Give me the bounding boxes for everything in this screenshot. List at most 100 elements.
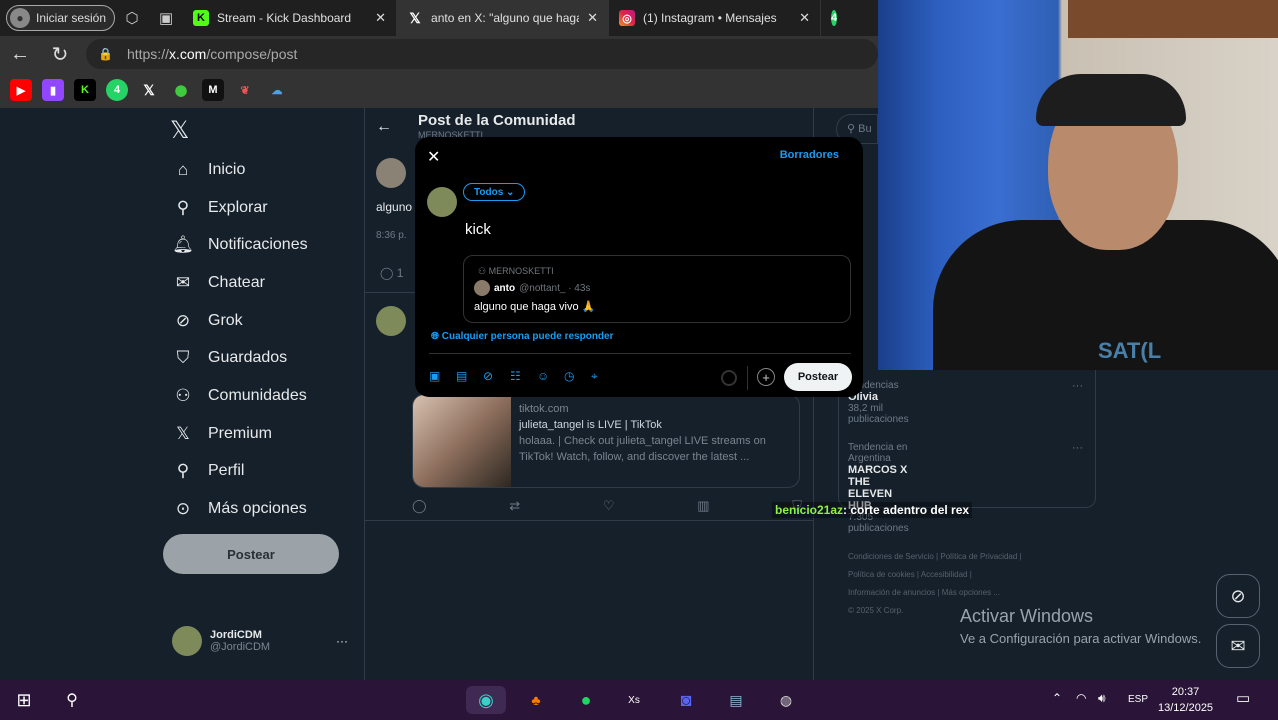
nav-label: Notificaciones — [208, 236, 308, 253]
mangadex-icon[interactable]: M — [202, 79, 224, 101]
fl-studio-icon[interactable]: ♣ — [522, 686, 550, 714]
footer-link[interactable]: Política de Privacidad — [940, 552, 1017, 561]
reply-icon[interactable]: ◯ — [412, 498, 427, 514]
nav-item-bookmarks[interactable]: ⛉ Guardados — [172, 343, 288, 373]
tab-kick[interactable]: K Stream - Kick Dashboard ✕ — [183, 0, 398, 36]
nav-item-premium[interactable]: 𝕏 Premium — [172, 419, 272, 449]
schedule-icon[interactable]: ◷ — [564, 369, 591, 384]
media-icon[interactable]: ▣ — [429, 369, 456, 384]
post-button[interactable]: Postear — [163, 534, 339, 574]
tray-chevron-up-icon[interactable]: ⌃ — [1052, 691, 1062, 705]
nav-item-more[interactable]: ⊙ Más opciones — [172, 494, 307, 524]
close-tab-icon[interactable]: ✕ — [375, 10, 386, 26]
more-dots-icon[interactable]: ··· — [336, 634, 348, 648]
xbox-icon[interactable]: ⬤ — [170, 79, 192, 101]
obs-icon[interactable]: ◍ — [772, 686, 800, 714]
nav-item-profile[interactable]: ⚲ Perfil — [172, 456, 245, 486]
back-icon[interactable]: ← — [0, 43, 40, 66]
close-tab-icon[interactable]: ✕ — [587, 10, 598, 26]
footer-link[interactable]: Información de anuncios — [848, 588, 935, 597]
nav-item-communities[interactable]: ⚇ Comunidades — [172, 381, 306, 411]
volume-icon[interactable]: 🔊︎ — [1098, 691, 1106, 706]
spotify-icon[interactable]: ● — [572, 686, 600, 714]
link-description: holaaa. | Check out julieta_tangel LIVE … — [519, 435, 766, 463]
tab-instagram[interactable]: ◎ (1) Instagram • Mensajes ✕ — [609, 0, 822, 36]
location-icon[interactable]: ⌖ — [591, 369, 618, 384]
wifi-icon[interactable]: ◠ — [1076, 691, 1086, 705]
tab-whatsapp[interactable]: 4 — [821, 0, 851, 36]
twitch-icon[interactable]: ▮ — [42, 79, 64, 101]
gif-icon[interactable]: ▤ — [456, 369, 483, 384]
reload-icon[interactable]: ↻ — [40, 42, 80, 67]
close-icon[interactable]: ✕ — [427, 147, 440, 167]
footer-link[interactable]: Condiciones de Servicio — [848, 552, 934, 561]
divider — [364, 108, 365, 680]
submit-post-button[interactable]: Postear — [784, 363, 852, 391]
nav-item-grok[interactable]: ⊘ Grok — [172, 306, 243, 336]
account-switcher[interactable]: JordiCDM @JordiCDM — [172, 626, 270, 656]
sauce-icon[interactable]: ❦ — [234, 79, 256, 101]
reply-count-value: 1 — [396, 266, 404, 280]
tab-x-post[interactable]: 𝕏 anto en X: "alguno que haga ✕ — [397, 0, 610, 36]
like-icon[interactable]: ♡ — [603, 498, 615, 514]
link-card[interactable]: tiktok.com julieta_tangel is LIVE | TikT… — [412, 394, 800, 488]
footer-link[interactable]: Accesibilidad — [921, 570, 968, 579]
footer-link[interactable]: Política de cookies — [848, 570, 915, 579]
back-arrow-icon[interactable]: ← — [376, 118, 392, 136]
repost-icon[interactable]: ⇄ — [509, 498, 520, 514]
profile-name: JordiCDM — [210, 629, 262, 641]
signin-button[interactable]: ● Iniciar sesión — [6, 5, 116, 31]
post-time: 8:36 p. — [376, 230, 407, 241]
whatsapp-icon[interactable]: 4 — [106, 79, 128, 101]
reply-settings[interactable]: 🌐︎ Cualquier persona puede responder — [431, 331, 614, 342]
add-post-icon[interactable]: + — [757, 368, 775, 386]
tab-title: (1) Instagram • Mensajes — [643, 11, 777, 25]
url-input[interactable]: 🔒 https://x.com/compose/post — [86, 39, 878, 69]
clock[interactable]: 20:37 13/12/2025 — [1158, 684, 1213, 716]
youtube-icon[interactable]: ▶ — [10, 79, 32, 101]
views-icon[interactable]: ▥ — [697, 498, 709, 514]
nav-label: Más opciones — [208, 500, 307, 517]
poll-icon[interactable]: ☷ — [510, 369, 537, 384]
workspaces-icon[interactable]: ⬡ — [115, 0, 149, 36]
emoji-icon[interactable]: ☺ — [537, 369, 564, 384]
notifications-icon[interactable]: ▭ — [1236, 689, 1250, 707]
trend-more-icon[interactable]: ··· — [1072, 380, 1083, 392]
compose-dialog: ✕ Borradores Todos ⌄ kick ⚇ MERNOSKETTI … — [415, 137, 863, 397]
search-icon: ⚲ — [176, 198, 190, 217]
audience-selector[interactable]: Todos ⌄ — [463, 183, 526, 201]
more-icon: ⊙ — [175, 499, 191, 518]
x-logo-icon[interactable]: 𝕏 — [170, 116, 189, 145]
windows-start-icon[interactable]: ⊞ — [10, 686, 38, 714]
nav-item-explore[interactable]: ⚲ Explorar — [172, 193, 268, 223]
cam-person-cap — [1036, 74, 1186, 126]
notepad-icon[interactable]: ▤ — [722, 686, 750, 714]
quote-handle: @nottant_ — [519, 282, 566, 294]
edge-icon[interactable]: ◉ — [466, 686, 506, 714]
close-tab-icon[interactable]: ✕ — [799, 10, 810, 26]
search-icon[interactable]: ⚲ — [58, 686, 86, 714]
quoted-post[interactable]: ⚇ MERNOSKETTI anto @nottant_ · 43s algun… — [463, 255, 851, 323]
trend-item[interactable]: Tendencia en Argentina MARCOS X THE ELEV… — [848, 442, 909, 534]
compose-toolbar: ▣ ▤ ⊘ ☷ ☺ ◷ ⌖ — [429, 369, 618, 384]
xsplit-icon[interactable]: Xs — [620, 686, 648, 714]
grok-fab-icon[interactable]: ⊘ — [1216, 574, 1260, 618]
messages-fab-icon[interactable]: ✉ — [1216, 624, 1260, 668]
cloud-icon[interactable]: ☁ — [266, 79, 288, 101]
footer-link[interactable]: Más opciones ... — [942, 588, 1000, 597]
windows-taskbar: ⊞ ⚲ ◉ ♣ ● Xs ◙ ▤ ◍ ⌃ ◠ 🔊︎ ESP 20:37 13/1… — [0, 680, 1278, 720]
x-icon[interactable]: 𝕏 — [138, 79, 160, 101]
reply-count[interactable]: ◯ 1 — [380, 266, 403, 280]
compose-textarea[interactable]: kick — [465, 221, 491, 238]
kick-icon[interactable]: K — [74, 79, 96, 101]
tab-actions-icon[interactable]: ▣ — [149, 0, 183, 36]
nav-item-notifications[interactable]: 🔔︎ Notificaciones — [172, 230, 308, 260]
discord-icon[interactable]: ◙ — [672, 686, 700, 714]
language-indicator[interactable]: ESP — [1128, 694, 1148, 705]
grok-icon[interactable]: ⊘ — [483, 369, 510, 384]
drafts-button[interactable]: Borradores — [780, 149, 839, 161]
community-name: MERNOSKETTI — [488, 266, 554, 276]
nav-item-home[interactable]: ⌂ Inicio — [172, 155, 246, 185]
nav-item-chat[interactable]: ✉ Chatear — [172, 268, 265, 298]
trend-more-icon[interactable]: ··· — [1072, 442, 1083, 454]
